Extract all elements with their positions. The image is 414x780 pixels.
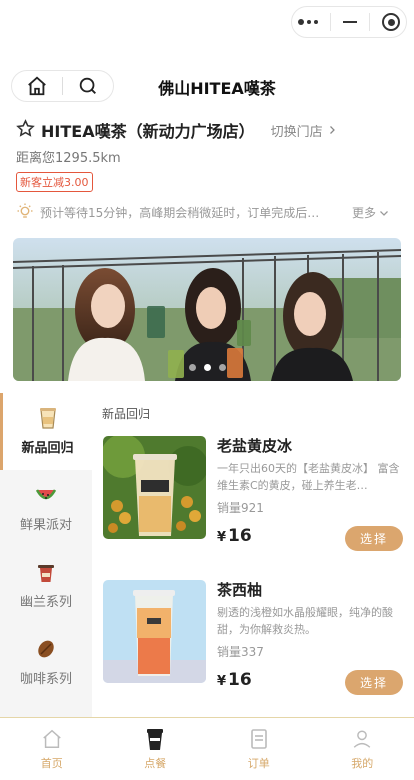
chevron-right-icon bbox=[329, 126, 335, 134]
currency-symbol: ¥ bbox=[217, 530, 227, 545]
miniprogram-capsule bbox=[291, 6, 407, 38]
promo-banner[interactable] bbox=[13, 238, 401, 381]
coffee-bean-icon bbox=[35, 638, 57, 660]
product-name: 茶西柚 bbox=[217, 581, 263, 599]
product-sales: 销量337 bbox=[217, 645, 264, 659]
banner-dot-active[interactable] bbox=[203, 364, 211, 371]
page-title: 佛山HITEA嘆茶 bbox=[158, 79, 276, 98]
price-value: 16 bbox=[228, 526, 252, 546]
bulb-icon bbox=[16, 202, 34, 223]
home-icon bbox=[41, 727, 63, 751]
tab-label: 订单 bbox=[247, 757, 270, 770]
sidebar-item-new[interactable]: 新品回归 bbox=[0, 393, 92, 470]
tab-orders[interactable]: 订单 bbox=[207, 718, 311, 780]
category-sidebar: 新品回归 鲜果派对 幽兰系列 咖啡系列 bbox=[0, 393, 92, 717]
product-sales: 销量921 bbox=[217, 501, 264, 515]
store-info: HITEA嘆茶（新动力广场店） 切换门店 距离您1295.5km 新客立减3.0… bbox=[16, 118, 406, 223]
sidebar-item-fruit[interactable]: 鲜果派对 bbox=[0, 470, 92, 547]
coupon-badge: 新客立减3.00 bbox=[16, 172, 93, 192]
product-desc: 剔透的浅橙如水晶般耀眼，纯净的酸甜，为你解救炎热。 bbox=[217, 606, 393, 636]
sidebar-item-coffee[interactable]: 咖啡系列 bbox=[0, 624, 92, 701]
watermelon-icon bbox=[35, 484, 57, 506]
store-distance: 距离您1295.5km bbox=[16, 151, 121, 166]
star-icon[interactable] bbox=[16, 118, 35, 142]
sidebar-item-label: 新品回归 bbox=[21, 441, 74, 456]
page: 佛山HITEA嘆茶 HITEA嘆茶（新动力广场店） 切换门店 距离您1295.5… bbox=[0, 0, 414, 780]
currency-symbol: ¥ bbox=[217, 674, 227, 689]
tab-label: 我的 bbox=[351, 757, 374, 770]
chevron-down-icon bbox=[380, 210, 388, 216]
sidebar-item-label: 咖啡系列 bbox=[19, 672, 72, 687]
store-notice: 预计等待15分钟，高峰期会稍微延时，订单完成后… 更多 bbox=[16, 202, 406, 223]
store-name: HITEA嘆茶（新动力广场店） bbox=[41, 122, 255, 141]
banner-photo bbox=[13, 238, 401, 381]
sidebar-item-orchid[interactable]: 幽兰系列 bbox=[0, 547, 92, 624]
product-image[interactable] bbox=[103, 436, 206, 539]
more-dots-icon[interactable] bbox=[298, 19, 318, 25]
more-label: 更多 bbox=[352, 206, 377, 220]
more-link[interactable]: 更多 bbox=[352, 204, 390, 221]
product-price: ¥16 bbox=[217, 526, 252, 546]
product-card[interactable]: 茶西柚 剔透的浅橙如水晶般耀眼，纯净的酸甜，为你解救炎热。 销量337 ¥16 … bbox=[103, 580, 414, 710]
nav-bar: 佛山HITEA嘆茶 bbox=[0, 70, 414, 102]
minimize-icon[interactable] bbox=[343, 21, 357, 23]
tab-mine[interactable]: 我的 bbox=[311, 718, 414, 780]
product-card[interactable]: 老盐黄皮冰 一年只出60天的【老盐黄皮冰】 富含维生素C的黄皮，碰上养生老… 销… bbox=[103, 436, 414, 566]
switch-store-link[interactable]: 切换门店 bbox=[271, 121, 338, 140]
choose-button[interactable]: 选择 bbox=[345, 670, 403, 695]
product-image[interactable] bbox=[103, 580, 206, 683]
banner-dot[interactable] bbox=[218, 364, 226, 371]
bottom-tab-bar: 首页 点餐 订单 我的 bbox=[0, 717, 414, 780]
tab-home[interactable]: 首页 bbox=[0, 718, 104, 780]
product-info: 老盐黄皮冰 一年只出60天的【老盐黄皮冰】 富含维生素C的黄皮，碰上养生老… 销… bbox=[217, 436, 407, 516]
banner-dot[interactable] bbox=[188, 364, 196, 371]
sidebar-item-label: 鲜果派对 bbox=[19, 518, 72, 533]
section-title: 新品回归 bbox=[102, 407, 151, 421]
notice-text: 预计等待15分钟，高峰期会稍微延时，订单完成后… bbox=[40, 206, 320, 220]
tea-cup-icon bbox=[35, 561, 57, 583]
banner-pagination bbox=[13, 364, 401, 371]
product-list: 新品回归 老盐黄皮冰 一年只出60天的【老盐黄皮冰】 富含维生素C的黄皮，碰上养 bbox=[92, 393, 414, 717]
tab-order[interactable]: 点餐 bbox=[104, 718, 208, 780]
product-price: ¥16 bbox=[217, 670, 252, 690]
sidebar-item-partial[interactable] bbox=[0, 701, 92, 717]
user-icon bbox=[351, 727, 373, 751]
capsule-divider bbox=[369, 13, 370, 31]
switch-store-label: 切换门店 bbox=[270, 124, 323, 140]
iced-drink-icon bbox=[37, 407, 59, 429]
product-desc: 一年只出60天的【老盐黄皮冰】 富含维生素C的黄皮，碰上养生老… bbox=[217, 462, 400, 492]
capsule-divider bbox=[330, 13, 331, 31]
tab-label: 点餐 bbox=[144, 757, 167, 770]
order-cup-icon bbox=[144, 727, 166, 751]
close-target-icon[interactable] bbox=[382, 13, 400, 31]
choose-button[interactable]: 选择 bbox=[345, 526, 403, 551]
sidebar-item-label: 幽兰系列 bbox=[19, 595, 72, 610]
receipt-icon bbox=[249, 727, 269, 751]
price-value: 16 bbox=[228, 670, 252, 690]
product-info: 茶西柚 剔透的浅橙如水晶般耀眼，纯净的酸甜，为你解救炎热。 销量337 bbox=[217, 580, 407, 660]
product-name: 老盐黄皮冰 bbox=[217, 437, 293, 455]
tab-label: 首页 bbox=[40, 757, 63, 770]
